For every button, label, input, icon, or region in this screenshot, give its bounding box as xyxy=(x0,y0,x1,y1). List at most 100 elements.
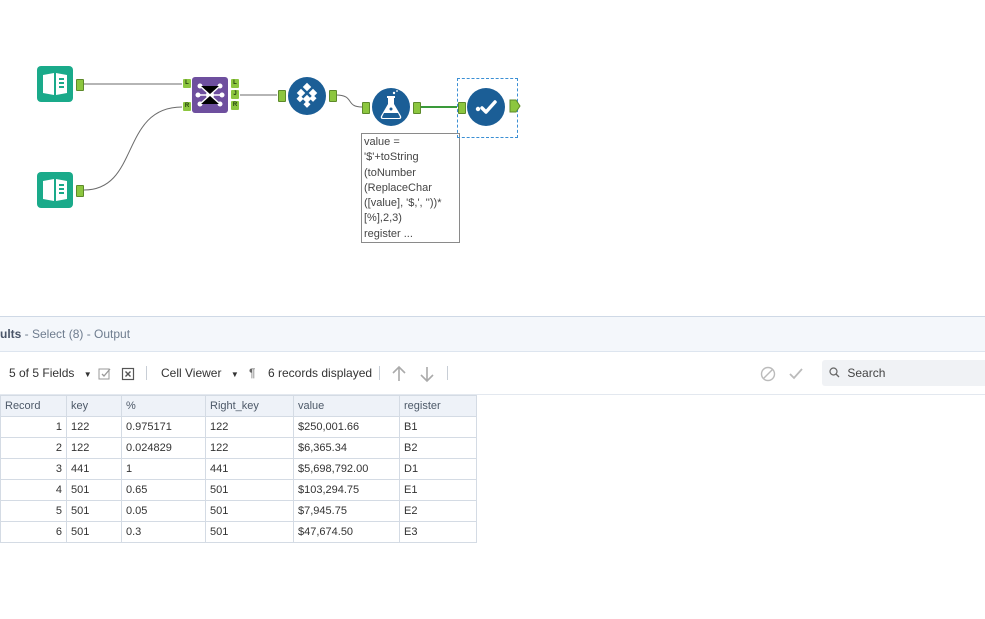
cell-right-key[interactable]: 441 xyxy=(205,458,294,480)
cell-record[interactable]: 3 xyxy=(0,458,67,480)
cell-record[interactable]: 5 xyxy=(0,500,67,522)
join-left-input-anchor[interactable]: L xyxy=(183,79,191,88)
formula-annotation: value = '$'+toString (toNumber (ReplaceChar… xyxy=(361,133,460,243)
caret-down-icon: ▼ xyxy=(230,370,239,379)
sort-tool[interactable] xyxy=(288,77,326,115)
join-icon xyxy=(192,77,228,113)
results-panel: ults - Select (8) - Output 5 of 5 Fields… xyxy=(0,316,985,619)
cell-key[interactable]: 122 xyxy=(66,437,122,459)
cell-key[interactable]: 501 xyxy=(66,500,122,522)
clear-fields-icon[interactable] xyxy=(121,352,135,394)
results-title: ults xyxy=(0,327,22,341)
formula-input-anchor[interactable] xyxy=(362,102,370,114)
cell-viewer-dropdown[interactable]: Cell Viewer ▼ xyxy=(161,352,239,394)
cell-key[interactable]: 501 xyxy=(66,479,122,501)
select-output-anchor[interactable] xyxy=(509,99,521,113)
cell-percent[interactable]: 0.65 xyxy=(121,479,206,501)
cell-right-key[interactable]: 501 xyxy=(205,500,294,522)
cell-right-key[interactable]: 501 xyxy=(205,479,294,501)
edit-fields-icon[interactable] xyxy=(98,352,112,394)
annotation-line: [%],2,3) xyxy=(364,212,402,225)
pilcrow-icon[interactable]: ¶ xyxy=(249,352,255,394)
flask-icon xyxy=(372,88,410,126)
join-right-output-anchor[interactable]: R xyxy=(231,101,239,110)
cell-percent[interactable]: 1 xyxy=(121,458,206,480)
cell-percent[interactable]: 0.05 xyxy=(121,500,206,522)
sort-output-anchor[interactable] xyxy=(329,90,337,102)
input2-output-anchor[interactable] xyxy=(76,185,84,197)
select-tool[interactable] xyxy=(467,88,505,126)
cell-register[interactable]: E1 xyxy=(399,479,477,501)
cell-value[interactable]: $7,945.75 xyxy=(293,500,400,522)
cell-value[interactable]: $103,294.75 xyxy=(293,479,400,501)
column-header-register[interactable]: register xyxy=(399,395,477,417)
search-icon xyxy=(829,361,840,387)
results-toolbar: 5 of 5 Fields ▼ Cell Viewer ▼ ¶ 6 record… xyxy=(0,352,985,395)
diamond-grid-icon xyxy=(288,77,326,115)
arrow-down-icon[interactable] xyxy=(419,352,435,394)
cell-key[interactable]: 441 xyxy=(66,458,122,480)
search-input[interactable]: Search xyxy=(822,360,985,386)
cell-register[interactable]: B2 xyxy=(399,437,477,459)
cell-right-key[interactable]: 122 xyxy=(205,416,294,438)
input1-output-anchor[interactable] xyxy=(76,79,84,91)
book-icon xyxy=(37,66,73,102)
cell-key[interactable]: 501 xyxy=(66,521,122,543)
cell-viewer-label: Cell Viewer xyxy=(161,366,222,380)
table-row[interactable]: 1 122 0.975171 122 $250,001.66 B1 xyxy=(0,416,477,438)
input-data-tool-2[interactable] xyxy=(37,172,73,208)
connections-layer xyxy=(83,83,457,191)
annotation-line: value = xyxy=(364,136,400,148)
join-right-input-anchor[interactable]: R xyxy=(183,102,191,111)
cell-register[interactable]: E2 xyxy=(399,500,477,522)
table-row[interactable]: 4 501 0.65 501 $103,294.75 E1 xyxy=(0,479,477,501)
select-input-anchor[interactable] xyxy=(458,102,466,114)
column-header-right-key[interactable]: Right_key xyxy=(205,395,294,417)
input-data-tool-1[interactable] xyxy=(37,66,73,102)
formula-output-anchor[interactable] xyxy=(413,102,421,114)
cell-right-key[interactable]: 122 xyxy=(205,437,294,459)
join-left-output-anchor[interactable]: L xyxy=(231,79,239,88)
table-row[interactable]: 3 441 1 441 $5,698,792.00 D1 xyxy=(0,458,477,480)
cell-percent[interactable]: 0.975171 xyxy=(121,416,206,438)
cell-value[interactable]: $47,674.50 xyxy=(293,521,400,543)
table-row[interactable]: 5 501 0.05 501 $7,945.75 E2 xyxy=(0,500,477,522)
search-placeholder: Search xyxy=(847,366,886,380)
cell-register[interactable]: B1 xyxy=(399,416,477,438)
formula-tool[interactable] xyxy=(372,88,410,126)
workflow-canvas[interactable]: L R L J R value = '$'+toString (toNumber… xyxy=(0,0,985,316)
cell-record[interactable]: 6 xyxy=(0,521,67,543)
cell-value[interactable]: $6,365.34 xyxy=(293,437,400,459)
cancel-icon[interactable] xyxy=(760,352,776,394)
column-header-percent[interactable]: % xyxy=(121,395,206,417)
table-header-row: Record key % Right_key value register xyxy=(0,395,477,417)
fields-dropdown[interactable]: 5 of 5 Fields ▼ xyxy=(9,352,92,394)
table-row[interactable]: 2 122 0.024829 122 $6,365.34 B2 xyxy=(0,437,477,459)
cell-key[interactable]: 122 xyxy=(66,416,122,438)
sort-input-anchor[interactable] xyxy=(278,90,286,102)
connector-sort-formula xyxy=(335,94,363,108)
cell-record[interactable]: 1 xyxy=(0,416,67,438)
cell-register[interactable]: D1 xyxy=(399,458,477,480)
table-row[interactable]: 6 501 0.3 501 $47,674.50 E3 xyxy=(0,521,477,543)
apply-check-icon[interactable] xyxy=(788,352,804,394)
column-header-value[interactable]: value xyxy=(293,395,400,417)
cell-value[interactable]: $5,698,792.00 xyxy=(293,458,400,480)
toolbar-divider xyxy=(379,366,380,380)
cell-record[interactable]: 2 xyxy=(0,437,67,459)
cell-value[interactable]: $250,001.66 xyxy=(293,416,400,438)
cell-right-key[interactable]: 501 xyxy=(205,521,294,543)
cell-record[interactable]: 4 xyxy=(0,479,67,501)
toolbar-divider xyxy=(146,366,147,380)
join-tool[interactable] xyxy=(192,77,228,113)
caret-down-icon: ▼ xyxy=(83,370,92,379)
column-header-record[interactable]: Record xyxy=(0,395,67,417)
records-count: 6 records displayed xyxy=(268,366,373,380)
arrow-up-icon[interactable] xyxy=(391,352,407,394)
annotation-line: register ... xyxy=(364,227,413,240)
join-join-output-anchor[interactable]: J xyxy=(231,90,239,99)
column-header-key[interactable]: key xyxy=(66,395,122,417)
cell-register[interactable]: E3 xyxy=(399,521,477,543)
cell-percent[interactable]: 0.024829 xyxy=(121,437,206,459)
cell-percent[interactable]: 0.3 xyxy=(121,521,206,543)
